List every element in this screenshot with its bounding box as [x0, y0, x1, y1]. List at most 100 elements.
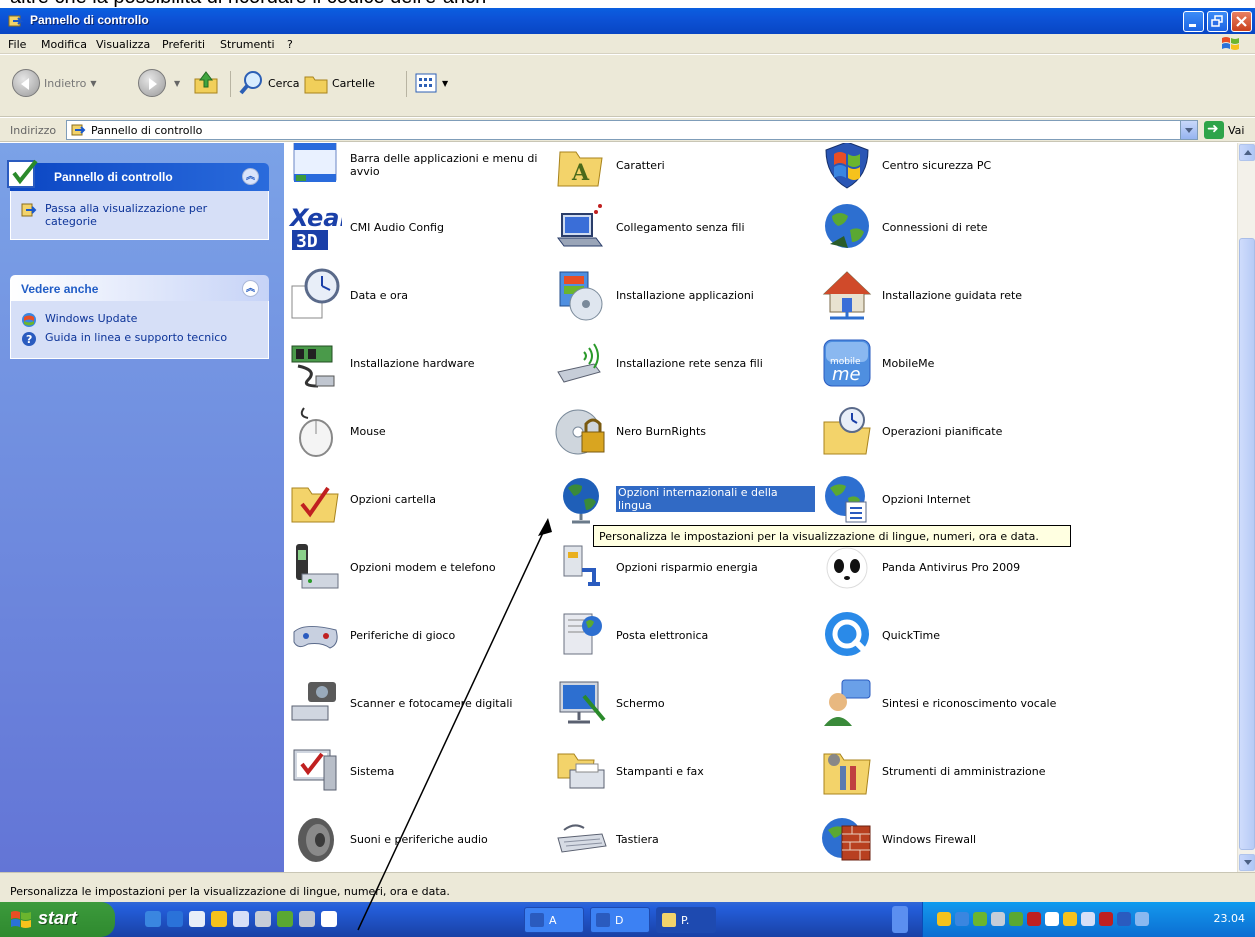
item-network-connections[interactable]: Connessioni di rete — [816, 197, 1081, 257]
tray-ati-icon[interactable] — [1099, 912, 1113, 926]
collapse-icon[interactable]: ︽ — [242, 280, 259, 297]
control-panel-box-header[interactable]: Pannello di controllo ︽ — [7, 159, 269, 191]
minimize-button[interactable] — [1183, 11, 1204, 32]
restore-button[interactable] — [1207, 11, 1228, 32]
collapse-icon[interactable]: ︽ — [242, 168, 259, 185]
item-taskbar[interactable]: Barra delle applicazioni e menu di avvio — [284, 143, 549, 195]
up-folder-button[interactable] — [192, 65, 220, 101]
menu-strumenti[interactable]: Strumenti — [220, 38, 275, 51]
item-printers-fax[interactable]: Stampanti e fax — [550, 741, 815, 801]
item-security-center[interactable]: Centro sicurezza PC — [816, 143, 1081, 195]
menu-help[interactable]: ? — [287, 38, 293, 51]
menu-visualizza[interactable]: Visualizza — [96, 38, 150, 51]
svg-text:A: A — [571, 160, 590, 186]
quicklaunch-window-icon[interactable] — [255, 911, 271, 927]
item-mobileme[interactable]: mobile me MobileMe — [816, 333, 1081, 393]
address-dropdown-button[interactable] — [1180, 121, 1197, 139]
item-date-time[interactable]: Data e ora — [284, 265, 549, 325]
tray-scroll-arrows[interactable] — [892, 906, 908, 933]
menu-modifica[interactable]: Modifica — [41, 38, 87, 51]
tray-antivirus-icon[interactable] — [1027, 912, 1041, 926]
item-keyboard[interactable]: Tastiera — [550, 809, 815, 869]
item-wireless-network-setup[interactable]: Installazione rete senza fili — [550, 333, 815, 393]
windows-update-link[interactable]: Windows Update — [21, 312, 258, 328]
item-regional-language[interactable]: Opzioni internazionali e della lingua — [550, 469, 815, 529]
views-icon — [415, 73, 437, 93]
taskbar-button-control-panel[interactable]: P. — [656, 907, 716, 933]
fonts-folder-icon: A — [550, 143, 612, 196]
tray-shield-icon[interactable] — [1009, 912, 1023, 926]
item-display[interactable]: Schermo — [550, 673, 815, 733]
tray-volume-icon[interactable] — [1135, 912, 1149, 926]
item-speech[interactable]: Sintesi e riconoscimento vocale — [816, 673, 1081, 733]
forward-dropdown-icon[interactable]: ▼ — [174, 79, 180, 88]
item-fonts-label: Caratteri — [616, 158, 665, 172]
quicklaunch-browser-icon[interactable] — [167, 911, 183, 927]
item-internet-options[interactable]: Opzioni Internet — [816, 469, 1081, 529]
tray-update-icon[interactable] — [973, 912, 987, 926]
see-also-header[interactable]: Vedere anche ︽ — [10, 275, 269, 301]
vertical-scrollbar[interactable] — [1237, 143, 1255, 872]
switch-to-category-view-link[interactable]: Passa alla visualizzazione per categorie — [21, 202, 258, 228]
folders-button[interactable]: Cartelle — [302, 65, 375, 101]
item-panda-antivirus-label: Panda Antivirus Pro 2009 — [882, 560, 1021, 574]
folders-label: Cartelle — [332, 76, 375, 90]
item-nero-burnrights[interactable]: Nero BurnRights — [550, 401, 815, 461]
tray-panda-icon[interactable] — [1045, 912, 1059, 926]
menu-file[interactable]: File — [8, 38, 26, 51]
item-mouse[interactable]: Mouse — [284, 401, 549, 461]
taskbar-button-word-d[interactable]: D — [590, 907, 650, 933]
window-titlebar[interactable]: Pannello di controllo — [0, 8, 1255, 34]
item-game-controllers[interactable]: Periferiche di gioco — [284, 605, 549, 665]
item-network-setup-wizard[interactable]: Installazione guidata rete — [816, 265, 1081, 325]
taskbar-button-word-a[interactable]: A — [524, 907, 584, 933]
tray-xear-icon[interactable] — [1117, 912, 1131, 926]
security-shield-icon — [816, 143, 878, 196]
address-input[interactable]: Pannello di controllo — [66, 120, 1198, 140]
tray-wireless-icon[interactable] — [1081, 912, 1095, 926]
quicklaunch-app-icon[interactable] — [211, 911, 227, 927]
quicklaunch-disc-icon[interactable] — [299, 911, 315, 927]
back-dropdown-icon[interactable]: ▼ — [90, 79, 96, 88]
back-button[interactable]: Indietro ▼ — [12, 65, 97, 101]
tray-device-icon[interactable] — [991, 912, 1005, 926]
start-button[interactable]: start — [0, 902, 115, 937]
item-add-hardware[interactable]: Installazione hardware — [284, 333, 549, 393]
item-scheduled-tasks-label: Operazioni pianificate — [882, 424, 1003, 438]
item-scheduled-tasks[interactable]: Operazioni pianificate — [816, 401, 1081, 461]
forward-button[interactable]: ▼ — [138, 65, 180, 101]
scroll-down-button[interactable] — [1239, 854, 1255, 871]
scroll-thumb[interactable] — [1239, 238, 1255, 850]
item-wireless-link[interactable]: Collegamento senza fili — [550, 197, 815, 257]
item-admin-tools[interactable]: Strumenti di amministrazione — [816, 741, 1081, 801]
item-quicktime[interactable]: QuickTime — [816, 605, 1081, 665]
item-cmi-audio[interactable]: Xear3D CMI Audio Config — [284, 197, 549, 257]
item-windows-firewall[interactable]: Windows Firewall — [816, 809, 1081, 869]
quicklaunch-panda-icon[interactable] — [321, 911, 337, 927]
item-sounds-audio[interactable]: Suoni e periferiche audio — [284, 809, 549, 869]
item-mail[interactable]: Posta elettronica — [550, 605, 815, 665]
tray-network-icon[interactable] — [955, 912, 969, 926]
item-phone-modem[interactable]: Opzioni modem e telefono — [284, 537, 549, 597]
item-folder-options[interactable]: Opzioni cartella — [284, 469, 549, 529]
search-button[interactable]: Cerca — [238, 65, 300, 101]
item-add-remove-programs[interactable]: Installazione applicazioni — [550, 265, 815, 325]
close-button[interactable] — [1231, 11, 1252, 32]
menu-preferiti[interactable]: Preferiti — [162, 38, 205, 51]
item-scanners-cameras[interactable]: Scanner e fotocamere digitali — [284, 673, 549, 733]
tray-mail-icon[interactable] — [937, 912, 951, 926]
quicklaunch-media-icon[interactable] — [189, 911, 205, 927]
quicklaunch-mail-icon[interactable] — [233, 911, 249, 927]
views-dropdown-icon[interactable]: ▼ — [442, 79, 448, 88]
tray-app-icon[interactable] — [1063, 912, 1077, 926]
item-system[interactable]: Sistema — [284, 741, 549, 801]
item-fonts[interactable]: A Caratteri — [550, 143, 815, 195]
close-icon — [1236, 16, 1247, 27]
quicklaunch-sound-icon[interactable] — [277, 911, 293, 927]
go-button[interactable]: Vai — [1204, 120, 1254, 140]
scroll-up-button[interactable] — [1239, 144, 1255, 161]
keyboard-icon — [550, 808, 612, 870]
help-support-link[interactable]: ? Guida in linea e supporto tecnico — [21, 331, 258, 347]
quicklaunch-ie-icon[interactable] — [145, 911, 161, 927]
views-button[interactable]: ▼ — [414, 65, 448, 101]
